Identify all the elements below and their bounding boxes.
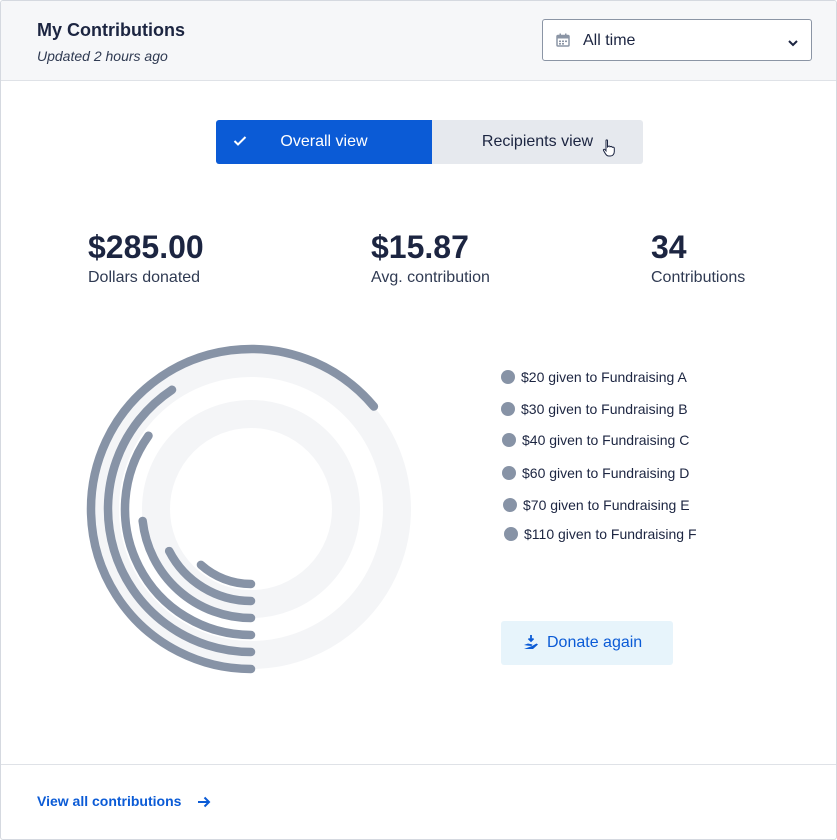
legend-item: $60 given to Fundraising D bbox=[502, 465, 689, 481]
donate-again-label: Donate again bbox=[547, 634, 643, 651]
legend-label: $110 given to Fundraising F bbox=[524, 526, 697, 542]
view-toggle: Overall view Recipients view bbox=[216, 120, 643, 165]
stat-avg-contribution-value: $15.87 bbox=[371, 229, 469, 265]
card-header: My Contributions Updated 2 hours ago All… bbox=[1, 1, 836, 81]
legend-label: $60 given to Fundraising D bbox=[522, 465, 690, 481]
stat-avg-contribution: $15.87 Avg. contribution bbox=[371, 229, 490, 287]
card-title: My Contributions bbox=[37, 20, 185, 40]
legend-label: $20 given to Fundraising A bbox=[521, 369, 687, 385]
calendar-icon bbox=[556, 33, 570, 52]
donate-again-button[interactable]: Donate again bbox=[501, 621, 673, 665]
contributions-card: My Contributions Updated 2 hours ago All… bbox=[0, 0, 837, 840]
legend-dot-icon bbox=[503, 498, 517, 512]
legend-dot-icon bbox=[501, 370, 515, 384]
legend-item: $110 given to Fundraising F bbox=[504, 526, 697, 542]
pointer-cursor-icon bbox=[602, 139, 616, 162]
chevron-down-icon bbox=[787, 35, 799, 53]
last-updated-text: Updated 2 hours ago bbox=[37, 48, 168, 64]
overall-view-button[interactable]: Overall view bbox=[216, 120, 432, 164]
legend-dot-icon bbox=[502, 466, 516, 480]
stat-dollars-donated-label: Dollars donated bbox=[88, 269, 201, 286]
stat-contributions-value: 34 bbox=[651, 229, 687, 265]
stat-contributions-label: Contributions bbox=[651, 269, 746, 286]
legend-dot-icon bbox=[502, 433, 516, 447]
overall-view-label: Overall view bbox=[280, 133, 368, 150]
stat-avg-contribution-label: Avg. contribution bbox=[371, 269, 490, 286]
legend-label: $40 given to Fundraising C bbox=[522, 432, 690, 448]
legend-item: $70 given to Fundraising E bbox=[503, 497, 690, 513]
donate-hand-icon bbox=[523, 634, 539, 655]
view-all-contributions-label: View all contributions bbox=[37, 793, 182, 809]
legend-dot-icon bbox=[504, 527, 518, 541]
stat-dollars-donated: $285.00 Dollars donated bbox=[88, 229, 204, 287]
footer-divider bbox=[1, 764, 836, 765]
legend-item: $30 given to Fundraising B bbox=[501, 401, 688, 417]
legend-label: $70 given to Fundraising E bbox=[523, 497, 690, 513]
recipients-view-label: Recipients view bbox=[481, 133, 594, 150]
check-icon bbox=[233, 134, 247, 152]
period-dropdown-value: All time bbox=[583, 32, 636, 49]
stat-dollars-donated-value: $285.00 bbox=[88, 229, 204, 265]
period-dropdown[interactable]: All time bbox=[542, 19, 812, 61]
contributions-radial-chart bbox=[86, 344, 411, 674]
stat-contributions: 34 Contributions bbox=[651, 229, 745, 287]
legend-label: $30 given to Fundraising B bbox=[521, 401, 688, 417]
view-all-contributions-link[interactable]: View all contributions bbox=[37, 793, 211, 809]
legend-dot-icon bbox=[501, 402, 515, 416]
legend-item: $20 given to Fundraising A bbox=[501, 369, 687, 385]
arrow-right-icon bbox=[197, 795, 211, 811]
legend-item: $40 given to Fundraising C bbox=[502, 432, 689, 448]
recipients-view-button[interactable]: Recipients view bbox=[432, 120, 643, 164]
